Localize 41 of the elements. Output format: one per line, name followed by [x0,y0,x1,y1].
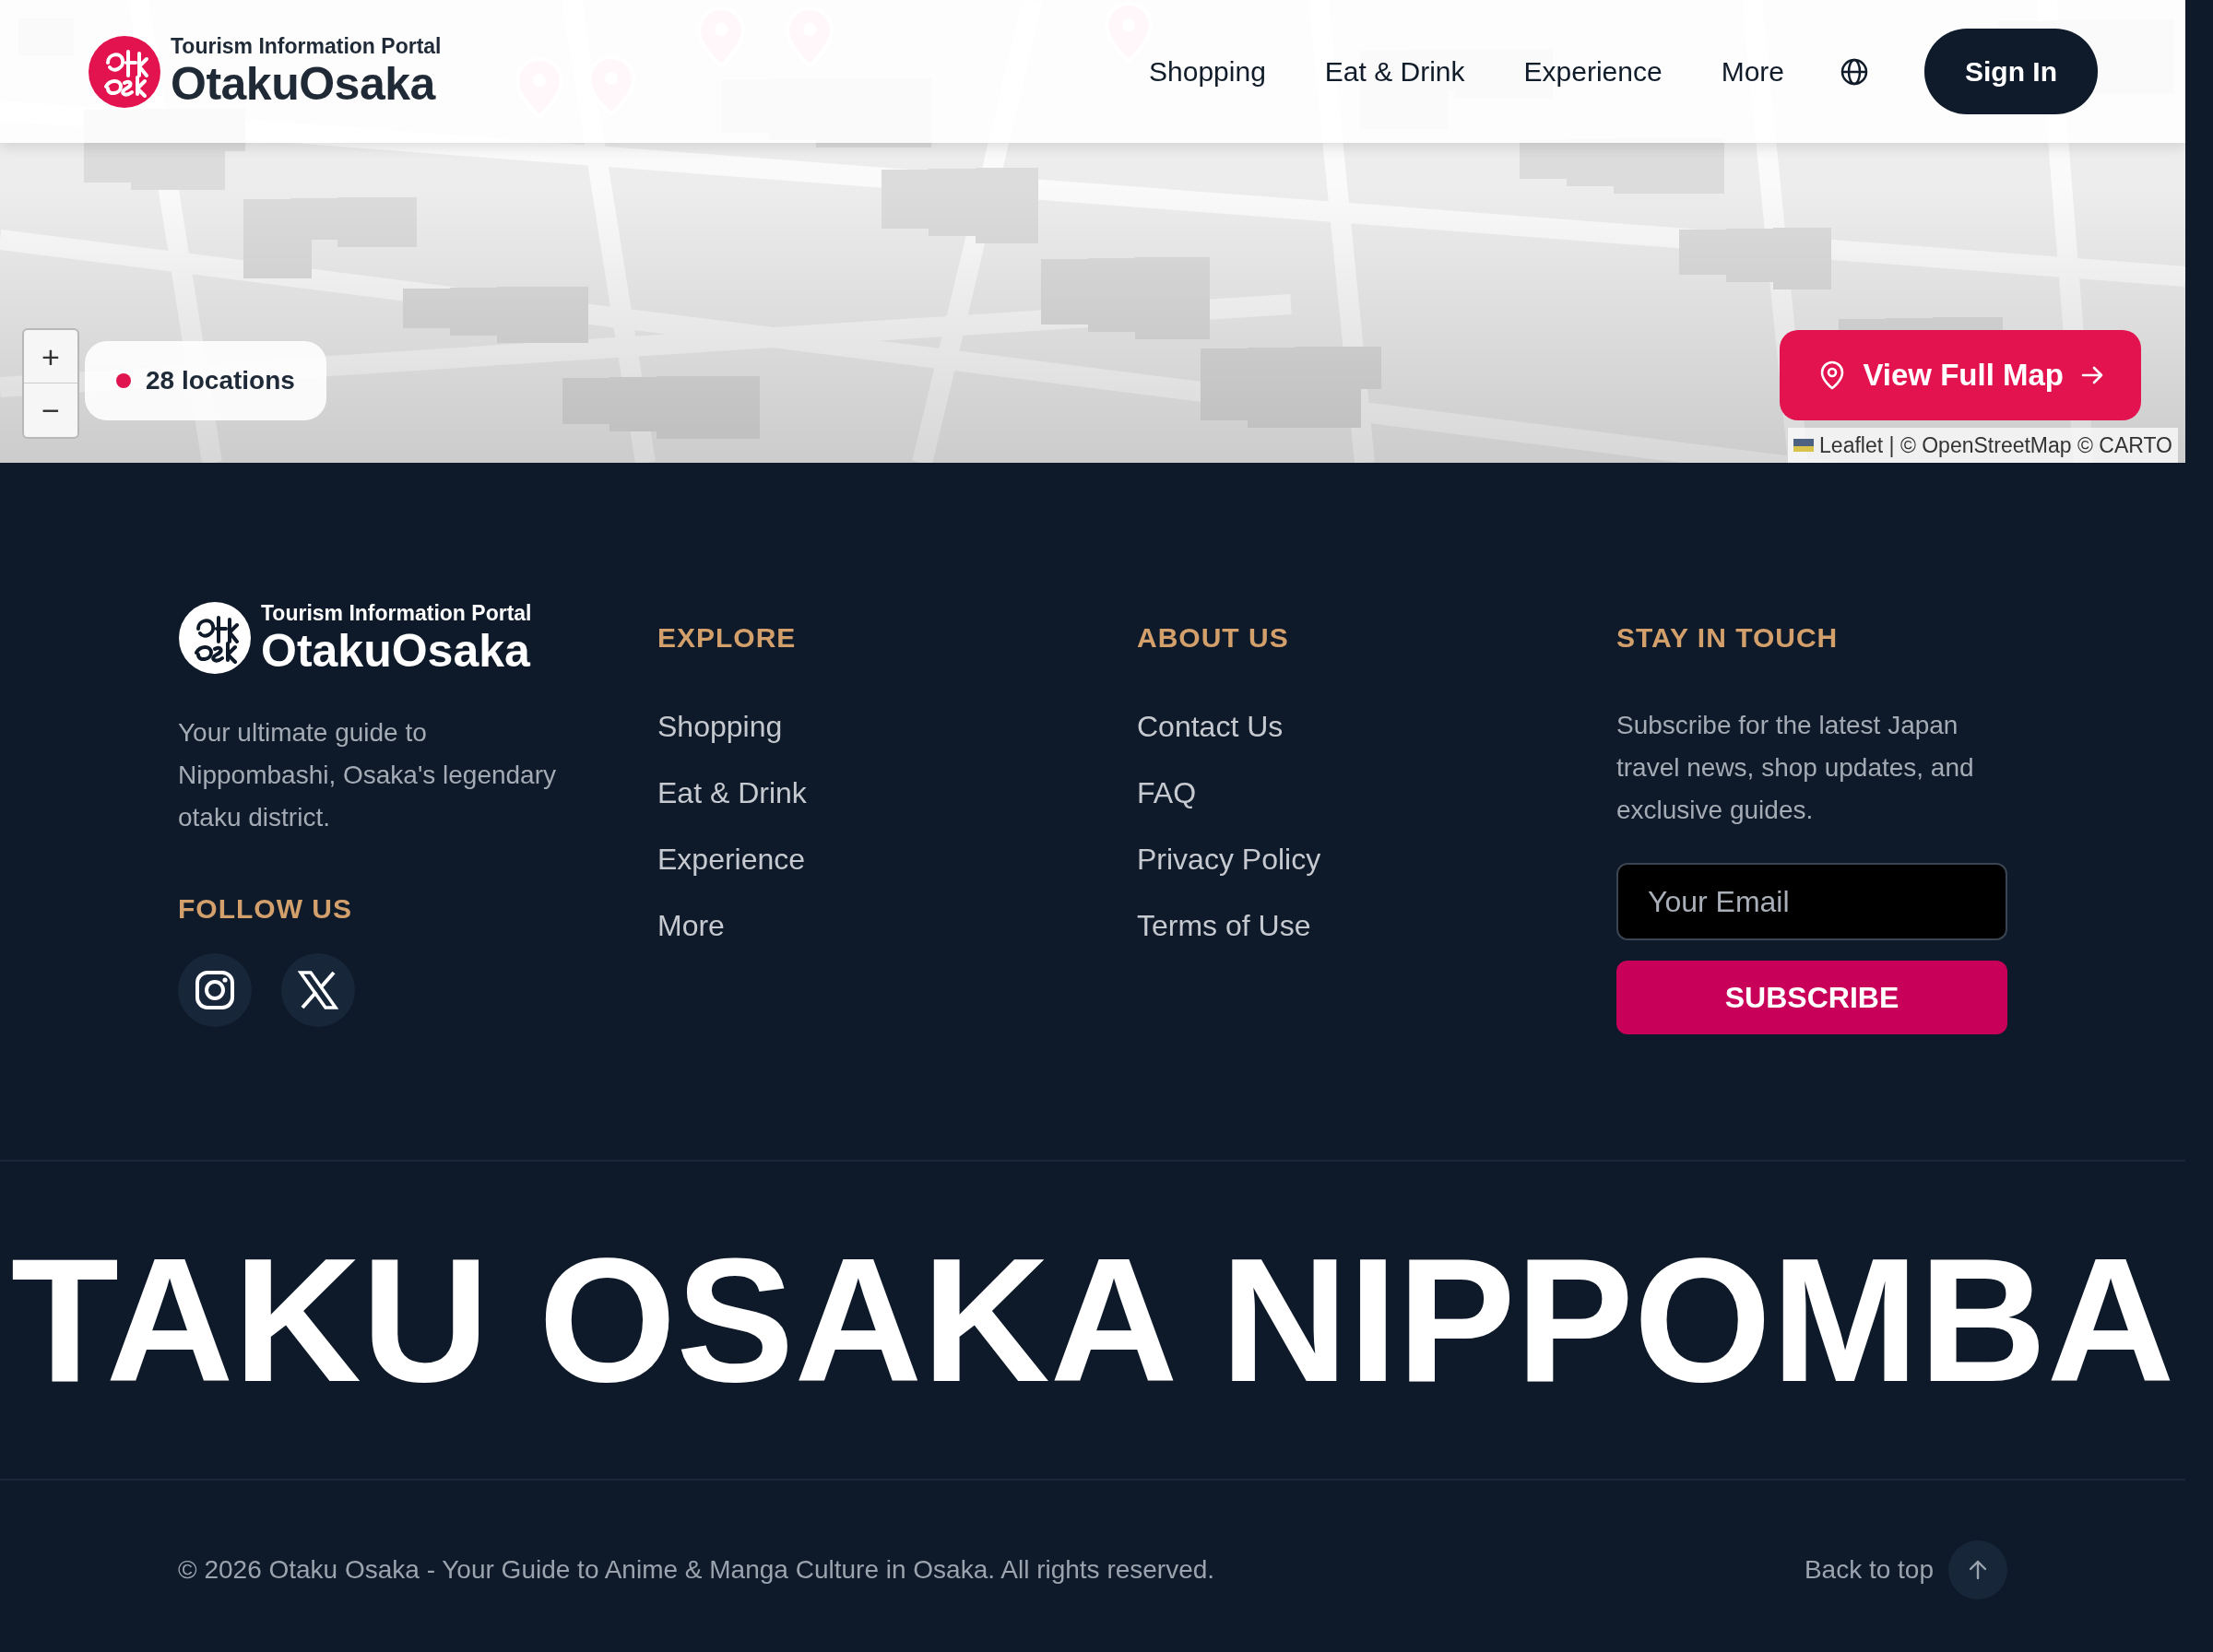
logo-wordmark: OtakuOsaka [261,627,531,674]
brand-description: Your ultimate guide to Nippombashi, Osaka's legendary otaku district. [178,717,557,833]
status-dot [116,373,131,388]
footer-link[interactable]: Shopping [657,712,1137,741]
logo-icon [178,601,252,675]
view-full-map-button[interactable]: View Full Map [1780,330,2141,420]
footer-link[interactable]: Experience [657,844,1137,874]
footer-link[interactable]: Contact Us [1137,712,1616,741]
footer-link[interactable]: More [657,911,1137,940]
arrow-up-icon [1967,1558,1989,1581]
zoom-out-button[interactable]: − [24,384,77,437]
nav-link[interactable]: Experience [1523,51,1663,92]
section-heading: ABOUT US [1137,621,1290,655]
nav-link[interactable]: More [1721,51,1784,92]
footer-link[interactable]: Eat & Drink [657,778,1137,808]
nav-link[interactable]: Shopping [1149,51,1266,92]
logo-wordmark: OtakuOsaka [171,61,437,107]
section-heading: STAY IN TOUCH [1616,621,1840,655]
zoom-in-button[interactable]: + [24,330,77,384]
marquee-text: TAKU OSAKA NIPPOMBA [10,1232,2175,1409]
footer-link[interactable]: Privacy Policy [1137,844,1616,874]
logo-tagline: Tourism Information Portal [171,36,442,57]
section-heading: EXPLORE [657,621,798,655]
globe-icon[interactable] [1840,56,1869,87]
locations-count: 28 locations [146,365,295,396]
email-field[interactable]: Your Email [1616,863,2007,940]
subscribe-button[interactable]: SUBSCRIBE [1616,961,2007,1034]
newsletter-text: Subscribe for the latest Japan travel news, shop updates, and exclusive guides. [1616,710,1975,826]
back-to-top-link[interactable]: Back to top [1804,1550,1934,1589]
instagram-icon [195,970,235,1010]
copyright-text: © 2026 Otaku Osaka - Your Guide to Anime & Manga Culture in Osaka. All rights reserved. [178,1553,1215,1586]
logo-icon [88,34,161,109]
footer-link[interactable]: FAQ [1137,778,1616,808]
logo-tagline: Tourism Information Portal [261,602,532,624]
footer-link[interactable]: Terms of Use [1137,911,1616,940]
nav-link[interactable]: Eat & Drink [1324,51,1465,92]
map-attribution: Leaflet | © OpenStreetMap © CARTO [1819,431,2172,459]
x-logo-icon [298,970,338,1010]
sign-in-button[interactable]: Sign In [1924,29,2098,114]
flag-icon [1793,438,1815,452]
section-heading: FOLLOW US [178,892,353,926]
